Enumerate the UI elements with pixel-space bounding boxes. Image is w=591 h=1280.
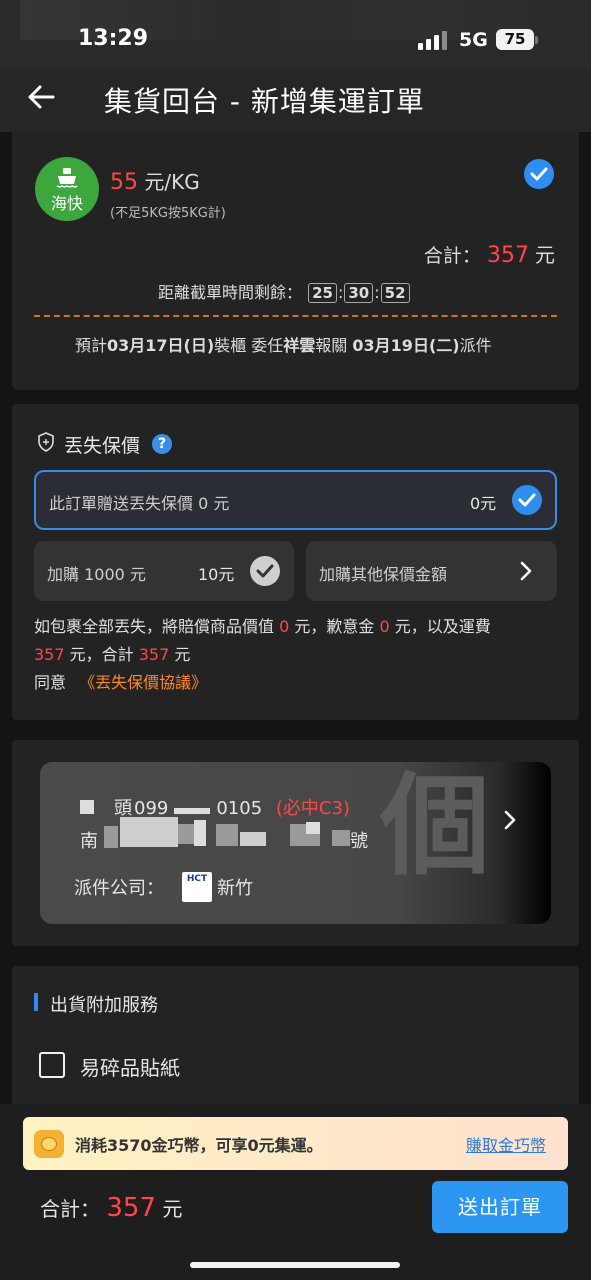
note-value: 0: [379, 617, 390, 636]
ship-icon: [56, 168, 78, 188]
chevron-right-icon: [520, 561, 532, 581]
address-fragment: 南: [80, 831, 98, 852]
submit-order-button[interactable]: 送出訂單: [432, 1181, 568, 1233]
total-value: 357: [486, 243, 529, 268]
countdown-hours: 25: [308, 283, 337, 303]
earn-coins-link[interactable]: 賺取金巧幣: [466, 1132, 546, 1156]
insurance-option-other[interactable]: 加購其他保價金額: [306, 541, 557, 601]
section-accent-bar: [34, 993, 38, 1011]
shield-icon: [38, 432, 54, 452]
extras-title: 出貨附加服務: [50, 995, 158, 1016]
agree-label: 同意: [34, 673, 67, 692]
watermark-logo: 個: [380, 762, 490, 890]
footer-total-label: 合計：: [40, 1197, 100, 1221]
note-part: 元，歉意金: [289, 617, 380, 636]
eta-pack-text: 裝櫃 委任: [214, 336, 284, 355]
page-title: 集貨回台 - 新增集運訂單: [104, 85, 425, 118]
total-label: 合計：: [423, 245, 481, 267]
selected-check-icon: [512, 485, 542, 515]
rate-value: 55: [110, 170, 138, 195]
chevron-right-icon: [504, 810, 516, 830]
eta-customs: 報關: [315, 336, 348, 355]
battery-icon: 75: [496, 29, 534, 50]
extra-services-card: [12, 966, 579, 1116]
promo-text: 消耗3570金巧幣，可享0元集運。: [75, 1136, 323, 1155]
signal-icon: [418, 30, 448, 50]
coin-icon: [34, 1130, 64, 1158]
footer-total-unit: 元: [162, 1197, 183, 1221]
countdown-minutes: 30: [344, 283, 374, 303]
eta-text: 預計03月17日(日)裝櫃 委任祥雲報關 03月19日(二)派件: [75, 332, 492, 356]
eta-agent: 祥雲: [283, 336, 316, 355]
courier-logo-text: HCT: [186, 874, 208, 884]
note-part: 元，以及運費: [389, 617, 491, 636]
option-1000-label: 加購 1000 元: [47, 565, 146, 584]
pickup-tag: (必中C3): [275, 798, 350, 819]
cutoff-countdown: 距離截單時間剩餘： 25:30:52: [158, 279, 411, 303]
rate-unit: 元/KG: [144, 170, 200, 194]
help-icon[interactable]: ?: [152, 434, 172, 454]
option-other-label: 加購其他保價金額: [319, 565, 448, 584]
address-fragment: 099: [134, 798, 169, 819]
fragile-label: 易碎品貼紙: [80, 1056, 180, 1080]
shipping-total: 合計： 357 元: [424, 239, 555, 268]
shipping-rate: 55 元/KG: [110, 166, 200, 195]
fragile-checkbox[interactable]: [39, 1052, 65, 1078]
unselected-check-icon: [250, 556, 280, 586]
option-free-label: 此訂單贈送丟失保價 0 元: [49, 494, 230, 513]
insurance-note: 如包裹全部丟失，將賠償商品價值 0 元，歉意金 0 元，以及運費 357 元，合…: [34, 613, 559, 697]
option-free-value: 0元: [470, 494, 497, 513]
option-1000-value: 10元: [198, 565, 235, 584]
eta-pack-date: 03月17日(日): [107, 336, 215, 355]
note-value: 0: [279, 617, 290, 636]
total-unit: 元: [535, 243, 555, 267]
insurance-option-1000[interactable]: 加購 1000 元 10元: [34, 541, 294, 601]
status-time: 13:29: [78, 26, 149, 51]
eta-deliver-text: 派件: [459, 336, 492, 355]
courier-name: 新竹: [217, 878, 253, 899]
eta-deliver-date: 03月19日(二): [352, 336, 460, 355]
rate-note: (不足5KG按5KG計): [110, 206, 226, 221]
address-fragment: 號: [350, 831, 368, 852]
note-part: 如包裹全部丟失，將賠償商品價值: [34, 617, 280, 636]
footer-total-value: 357: [106, 1193, 156, 1223]
promo-banner: 消耗3570金巧幣，可享0元集運。 賺取金巧幣: [23, 1117, 568, 1170]
eta-prefix: 預計: [75, 336, 108, 355]
address-card[interactable]: 個 頭 099 0105 (必中C3) 南 號 派件公司： HCT 新竹: [40, 762, 551, 924]
sea-express-label: 海快: [50, 194, 83, 213]
footer-total: 合計： 357 元: [40, 1193, 182, 1223]
courier-logo: HCT: [182, 872, 212, 902]
address-fragment: 0105: [216, 798, 263, 819]
address-line-2: 南: [80, 827, 98, 853]
insurance-option-free[interactable]: 此訂單贈送丟失保價 0 元 0元: [34, 470, 557, 530]
back-arrow-icon[interactable]: [26, 82, 56, 112]
dashed-divider: [34, 315, 557, 317]
sea-express-badge: 海快: [35, 157, 99, 221]
agreement-link[interactable]: 《丟失保價協議》: [79, 673, 207, 692]
battery-cap: [535, 36, 538, 44]
note-part: 元，合計: [64, 645, 139, 664]
home-indicator: [190, 1262, 400, 1268]
note-part: 元: [169, 645, 191, 664]
courier-label: 派件公司：: [74, 878, 164, 899]
selected-check-icon[interactable]: [524, 159, 554, 189]
countdown-label: 距離截單時間剩餘：: [158, 283, 303, 302]
address-fragment: 頭: [114, 798, 132, 819]
countdown-seconds: 52: [380, 283, 410, 303]
note-value: 357: [138, 645, 170, 664]
note-value: 357: [34, 645, 65, 664]
insurance-title: 丟失保價: [64, 435, 141, 457]
network-type: 5G: [459, 29, 488, 51]
